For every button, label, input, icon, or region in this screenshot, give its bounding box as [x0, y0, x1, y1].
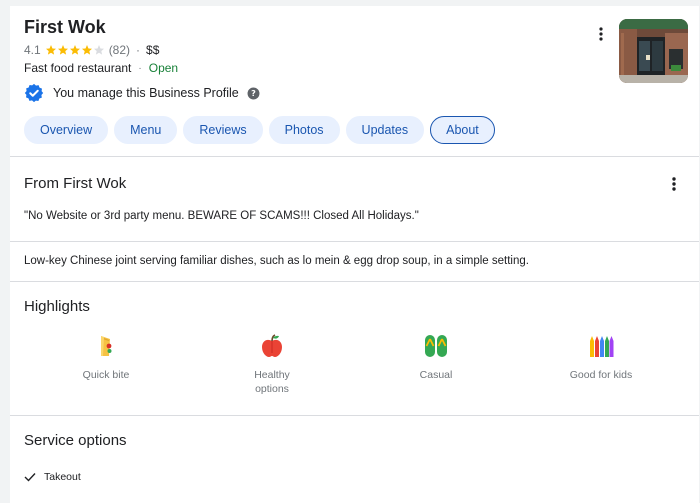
highlight-quick-bite: Quick bite — [46, 333, 166, 382]
business-photo-thumbnail[interactable] — [619, 19, 688, 83]
tab-about[interactable]: About — [430, 116, 495, 144]
separator: · — [138, 62, 142, 74]
star-icon — [81, 45, 92, 55]
star-icon — [69, 45, 80, 55]
highlight-label: Quick bite — [82, 369, 130, 381]
manage-profile-row: You manage this Business Profile ? — [24, 83, 260, 103]
star-empty-icon — [93, 45, 104, 55]
divider — [10, 415, 699, 416]
verified-badge-icon — [24, 83, 44, 103]
highlight-label-line: Healthy — [254, 369, 290, 381]
highlight-good-for-kids: Good for kids — [541, 333, 661, 382]
price-level: $$ — [146, 43, 160, 57]
checkmark-icon — [24, 473, 36, 482]
star-icon — [45, 45, 56, 55]
review-count[interactable]: (82) — [109, 43, 130, 57]
highlight-label: Healthy options — [212, 368, 332, 396]
service-option-label: Takeout — [44, 471, 81, 483]
help-icon[interactable]: ? — [247, 87, 260, 100]
separator: · — [136, 43, 141, 57]
highlight-label: Good for kids — [569, 369, 633, 381]
highlight-healthy-options: Healthy options — [212, 333, 332, 396]
tab-overview[interactable]: Overview — [24, 116, 109, 144]
business-profile-card: First Wok 4.1 (82) · $$ Fast food restau… — [10, 6, 699, 503]
crayons-icon — [590, 336, 614, 357]
highlights-list: Quick bite Healthy options Casual Good f… — [10, 333, 699, 403]
profile-header: First Wok 4.1 (82) · $$ Fast food restau… — [10, 6, 699, 156]
tab-reviews[interactable]: Reviews — [183, 116, 263, 144]
business-description: Low-key Chinese joint serving familiar d… — [24, 255, 529, 267]
more-options-icon[interactable] — [596, 26, 606, 42]
business-category: Fast food restaurant — [24, 61, 132, 75]
highlight-label-line: options — [255, 383, 289, 395]
business-message: "No Website or 3rd party menu. BEWARE OF… — [24, 210, 419, 222]
highlight-label: Casual — [419, 369, 453, 381]
category-row: Fast food restaurant · Open — [24, 60, 178, 76]
rating-value: 4.1 — [24, 43, 41, 57]
svg-text:?: ? — [251, 88, 256, 98]
tab-updates[interactable]: Updates — [345, 116, 425, 144]
service-option-takeout: Takeout — [24, 471, 81, 483]
star-icon — [57, 45, 68, 55]
divider — [10, 156, 699, 157]
business-name: First Wok — [24, 17, 106, 37]
open-status[interactable]: Open — [149, 61, 178, 75]
rating-row[interactable]: 4.1 (82) · $$ — [24, 42, 159, 58]
flip-flops-icon — [425, 335, 447, 357]
divider — [10, 241, 699, 242]
tab-photos[interactable]: Photos — [268, 116, 340, 144]
divider — [10, 281, 699, 282]
apple-icon — [262, 334, 282, 357]
manage-profile-text: You manage this Business Profile — [53, 86, 239, 100]
tab-menu[interactable]: Menu — [114, 116, 178, 144]
storefront-photo — [619, 19, 688, 83]
from-business-title: From First Wok — [24, 175, 127, 192]
highlights-title: Highlights — [24, 298, 90, 315]
sandwich-icon — [101, 336, 112, 356]
more-options-icon[interactable] — [670, 176, 678, 192]
service-options-title: Service options — [24, 432, 127, 449]
highlight-casual: Casual — [376, 333, 496, 382]
tab-bar: Overview Menu Reviews Photos Updates Abo… — [24, 116, 501, 144]
star-rating — [45, 44, 105, 56]
